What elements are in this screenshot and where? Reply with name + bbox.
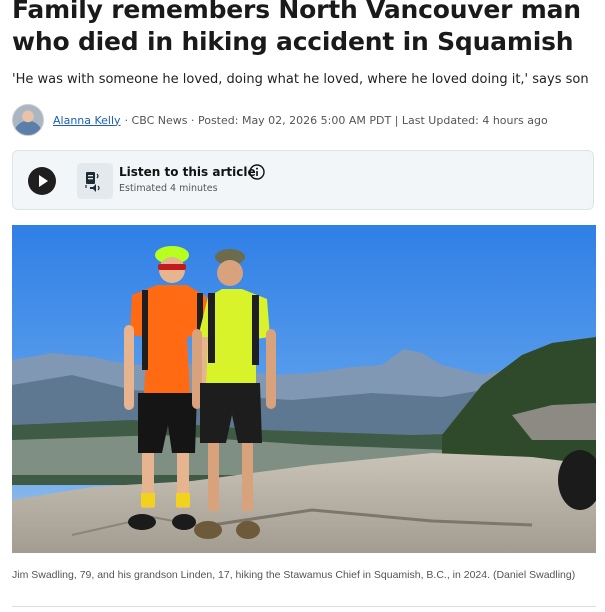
caption-divider: [12, 606, 596, 607]
author-link[interactable]: Alanna Kelly: [53, 114, 121, 127]
hikers-photo-illustration: [12, 225, 596, 553]
listen-to-article-panel: Listen to this article Estimated 4 minut…: [12, 150, 594, 210]
byline: Alanna Kelly · CBC News · Posted: May 02…: [12, 104, 602, 136]
play-button[interactable]: [28, 167, 56, 195]
play-icon: [39, 175, 48, 187]
article-photo[interactable]: [12, 225, 596, 553]
author-avatar[interactable]: [12, 104, 44, 136]
info-icon[interactable]: [249, 164, 265, 180]
article-headline: Family remembers North Vancouver man who…: [12, 0, 581, 56]
article-subhead: 'He was with someone he loved, doing wha…: [12, 72, 589, 87]
byline-meta: · CBC News · Posted: May 02, 2026 5:00 A…: [124, 113, 548, 127]
listen-estimate: Estimated 4 minutes: [119, 183, 218, 194]
audio-document-icon: [77, 163, 113, 199]
listen-title: Listen to this article: [119, 165, 256, 179]
photo-caption: Jim Swadling, 79, and his grandson Linde…: [12, 569, 576, 581]
